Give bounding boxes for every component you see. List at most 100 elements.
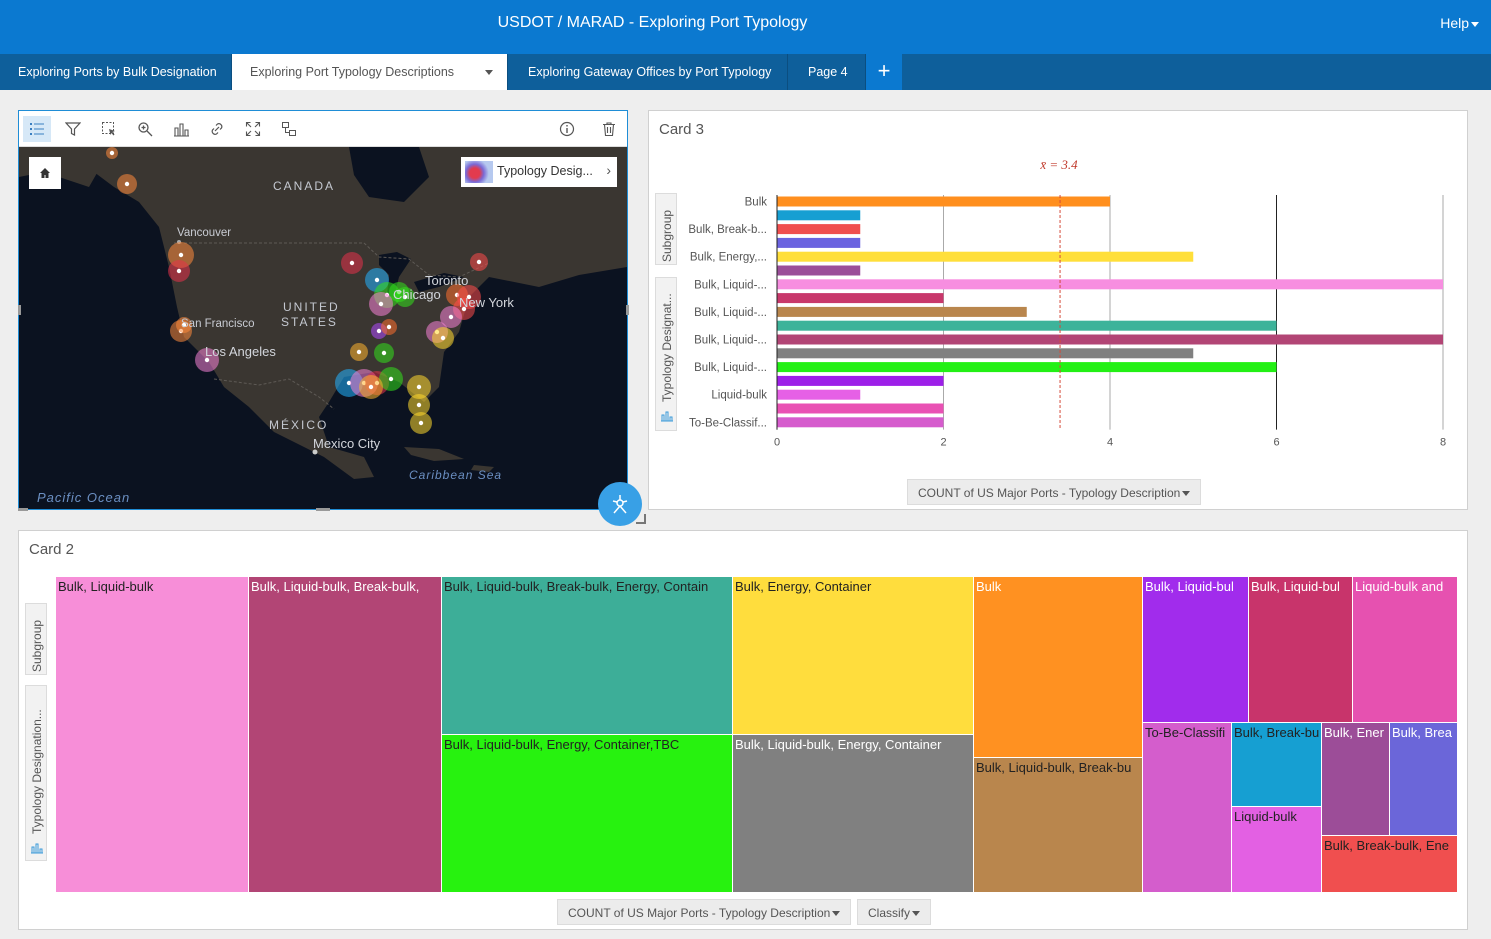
port-point[interactable] xyxy=(388,376,394,382)
legend-toggle-button[interactable] xyxy=(23,116,51,142)
treemap-cell[interactable]: Bulk, Liquid-bulk, Break-bu xyxy=(974,758,1143,893)
bar[interactable] xyxy=(777,375,944,386)
bar[interactable] xyxy=(777,389,861,400)
resize-handle-bottom[interactable] xyxy=(316,508,330,511)
typology-designation-tab[interactable]: Typology Designation... xyxy=(25,685,47,861)
treemap-cell[interactable]: Bulk xyxy=(974,577,1143,758)
bar[interactable] xyxy=(777,251,1194,262)
bar[interactable] xyxy=(777,210,861,221)
bar[interactable] xyxy=(777,306,1027,317)
treemap-cell[interactable]: Bulk, Break-bulk, Ene xyxy=(1322,836,1458,893)
port-point[interactable] xyxy=(356,349,362,355)
delete-card-button[interactable] xyxy=(595,116,623,142)
treemap-cell[interactable]: Bulk, Liquid-bulk, Energy, Container xyxy=(733,735,974,893)
tab-page-4[interactable]: Page 4 xyxy=(790,54,866,90)
selection-tool-button[interactable] xyxy=(95,116,123,142)
classify-label: Classify xyxy=(868,906,911,920)
treemap-cell[interactable]: Bulk, Liquid-bul xyxy=(1143,577,1249,723)
count-field-button[interactable]: COUNT of US Major Ports - Typology Descr… xyxy=(907,479,1202,505)
port-point[interactable] xyxy=(378,301,384,307)
treemap-cell[interactable]: Bulk, Liquid-bul xyxy=(1249,577,1353,723)
label-new-york: New York xyxy=(459,295,514,310)
count-field-button[interactable]: COUNT of US Major Ports - Typology Descr… xyxy=(557,899,852,925)
treemap-cell[interactable]: Bulk, Brea xyxy=(1390,723,1458,836)
bar[interactable] xyxy=(777,224,861,235)
y-tick-label: Bulk, Break-b... xyxy=(688,224,767,236)
port-point[interactable] xyxy=(416,402,422,408)
expand-icon xyxy=(245,121,261,137)
port-point[interactable] xyxy=(440,335,446,341)
classify-button[interactable]: Classify xyxy=(857,899,932,925)
bar[interactable] xyxy=(777,334,1443,345)
treemap-cell[interactable]: Bulk, Liquid-bulk xyxy=(56,577,249,893)
chevron-down-icon xyxy=(912,911,921,917)
bar[interactable] xyxy=(777,293,944,304)
help-menu[interactable]: Help xyxy=(1440,15,1479,31)
tab-typology-descriptions[interactable]: Exploring Port Typology Descriptions xyxy=(232,54,508,90)
resize-handle-right[interactable] xyxy=(626,305,629,315)
port-point[interactable] xyxy=(381,350,387,356)
action-fab-button[interactable] xyxy=(598,482,642,526)
legend-button[interactable]: Typology Desig... › xyxy=(461,157,617,187)
bar[interactable] xyxy=(777,237,861,248)
treemap-card[interactable]: Card 2 Subgroup Typology Designation... … xyxy=(18,530,1468,930)
treemap-cell[interactable]: Bulk, Energy, Container xyxy=(733,577,974,735)
bar[interactable] xyxy=(777,320,1277,331)
treemap-cell-label: Bulk, Liquid-bulk xyxy=(58,579,154,594)
treemap-cell[interactable]: Liquid-bulk xyxy=(1232,807,1322,893)
bar-chart[interactable]: x̄ = 3.4 0 2 4 6 8 Bulk Bulk, Break-b... Bulk, … xyxy=(649,147,1467,507)
port-point[interactable] xyxy=(124,181,130,187)
filter-button[interactable] xyxy=(59,116,87,142)
treemap[interactable]: Bulk, Liquid-bulk Bulk, Liquid-bulk, Brea… xyxy=(56,577,1458,893)
bar[interactable] xyxy=(777,265,861,276)
port-point[interactable] xyxy=(448,314,454,320)
port-point[interactable] xyxy=(476,259,482,265)
visualization-type-button[interactable] xyxy=(167,116,195,142)
bar[interactable] xyxy=(777,403,944,414)
treemap-cell[interactable]: Bulk, Liquid-bulk, Break-bulk, Energy, C… xyxy=(442,577,733,735)
port-point[interactable] xyxy=(349,260,355,266)
port-point[interactable] xyxy=(178,252,184,258)
treemap-cell-label: To-Be-Classifi xyxy=(1145,725,1226,740)
tab-gateway-offices[interactable]: Exploring Gateway Offices by Port Typolo… xyxy=(510,54,788,90)
map-view[interactable]: CANADA Vancouver Toronto Chicago New Yor… xyxy=(19,147,627,509)
port-point[interactable] xyxy=(386,324,392,330)
maximize-button[interactable] xyxy=(239,116,267,142)
add-page-button[interactable]: + xyxy=(866,54,902,90)
resize-handle-left[interactable] xyxy=(18,305,21,315)
treemap-cell[interactable]: Bulk, Ener xyxy=(1322,723,1390,836)
port-point[interactable] xyxy=(376,328,382,334)
flip-card-button[interactable] xyxy=(275,116,303,142)
chevron-down-icon[interactable] xyxy=(485,70,493,75)
treemap-cell[interactable]: To-Be-Classifi xyxy=(1143,723,1232,893)
port-point[interactable] xyxy=(368,384,374,390)
home-button[interactable] xyxy=(29,157,61,189)
resize-handle-corner-left[interactable] xyxy=(18,508,28,511)
map-card[interactable]: CANADA Vancouver Toronto Chicago New Yor… xyxy=(18,110,628,510)
info-button[interactable] xyxy=(553,116,581,142)
port-point[interactable] xyxy=(374,277,380,283)
bar[interactable] xyxy=(777,348,1194,359)
tab-label: Exploring Ports by Bulk Designation xyxy=(18,65,217,79)
treemap-cell[interactable]: Liquid-bulk and xyxy=(1353,577,1458,723)
port-point[interactable] xyxy=(416,384,422,390)
tab-bulk-designation[interactable]: Exploring Ports by Bulk Designation xyxy=(0,54,232,90)
bar[interactable] xyxy=(777,279,1443,290)
subgroup-tab[interactable]: Subgroup xyxy=(25,603,47,675)
x-tick-label: 0 xyxy=(774,437,780,449)
treemap-cell-label: Bulk, Liquid-bul xyxy=(1251,579,1340,594)
port-point[interactable] xyxy=(176,268,182,274)
treemap-cell[interactable]: Bulk, Break-bu xyxy=(1232,723,1322,807)
spatial-analysis-button[interactable] xyxy=(203,116,231,142)
port-point[interactable] xyxy=(418,420,424,426)
home-icon xyxy=(40,168,50,178)
filter-icon xyxy=(65,122,81,136)
chevron-down-icon xyxy=(832,911,841,917)
treemap-cell[interactable]: Bulk, Liquid-bulk, Energy, Container,TBC xyxy=(442,735,733,893)
zoom-button[interactable] xyxy=(131,116,159,142)
bar-chart-card[interactable]: Card 3 Subgroup Typology Designat... x̄ … xyxy=(648,110,1468,510)
treemap-cell[interactable]: Bulk, Liquid-bulk, Break-bulk, xyxy=(249,577,442,893)
port-point[interactable] xyxy=(109,150,115,156)
bar[interactable] xyxy=(777,362,1277,373)
bar[interactable] xyxy=(777,417,944,428)
